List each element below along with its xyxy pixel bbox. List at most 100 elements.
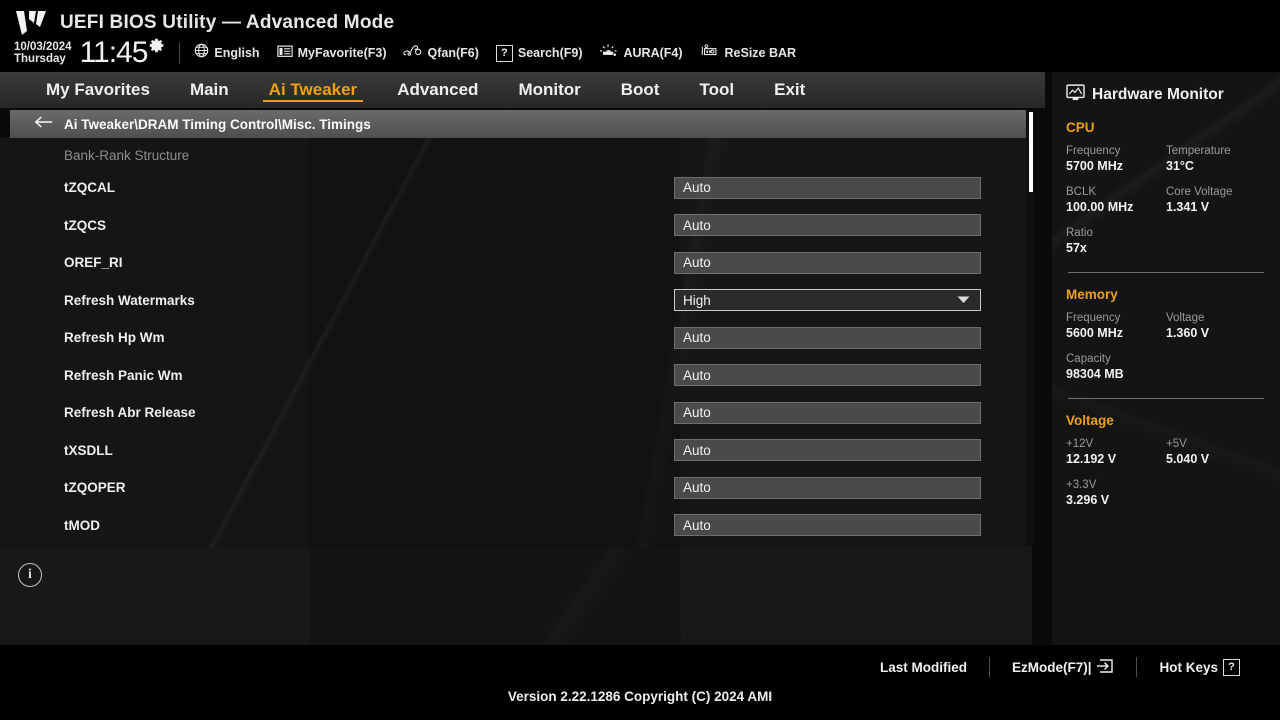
question-box-icon: ? xyxy=(495,44,513,62)
tab-ai-tweaker[interactable]: Ai Tweaker xyxy=(262,72,364,108)
tuf-gaming-logo xyxy=(14,10,48,36)
group-header: Bank-Rank Structure xyxy=(64,148,190,163)
tab-my-favorites[interactable]: My Favorites xyxy=(40,72,156,108)
hw-entry-key: Voltage xyxy=(1166,312,1205,324)
setting-value-field[interactable]: Auto xyxy=(674,176,981,199)
qfan-button[interactable]: Qfan(F6) xyxy=(403,43,479,63)
setting-value-field[interactable]: Auto xyxy=(674,514,981,537)
hw-entry-value: 1.341 V xyxy=(1166,200,1210,214)
setting-row[interactable]: Refresh Abr Release Auto xyxy=(0,394,1032,432)
hotkeys-label: Hot Keys xyxy=(1159,659,1218,675)
setting-row[interactable]: tMOD Auto xyxy=(0,507,1032,545)
hw-entry-value: 1.360 V xyxy=(1166,326,1210,340)
hw-entry-value: 5600 MHz xyxy=(1066,326,1123,340)
hw-entry-grid: +12V 12.192 V +5V 5.040 V +3.3V 3.296 V xyxy=(1066,438,1266,520)
setting-row[interactable]: Refresh Hp Wm Auto xyxy=(0,319,1032,357)
setting-row[interactable]: OREF_RI Auto xyxy=(0,244,1032,282)
myfavorite-label: MyFavorite(F3) xyxy=(297,46,387,60)
hw-entry-key: Capacity xyxy=(1066,353,1111,365)
setting-value-field[interactable]: Auto xyxy=(674,251,981,274)
hardware-monitor-panel: Hardware Monitor CPU Frequency 5700 MHz Tem… xyxy=(1052,72,1280,645)
resize-bar-button[interactable]: ReSize BAR xyxy=(700,43,796,63)
info-circle-icon[interactable]: i xyxy=(18,563,42,587)
tab-exit[interactable]: Exit xyxy=(768,72,811,108)
tab-label: Ai Tweaker xyxy=(268,80,358,99)
setting-label: Refresh Panic Wm xyxy=(64,367,183,383)
setting-value: Auto xyxy=(683,330,711,346)
tab-label: Boot xyxy=(620,80,660,99)
hw-section-memory: Memory Frequency 5600 MHz Voltage 1.360 V Cap… xyxy=(1052,287,1280,399)
hw-entry-grid: Frequency 5700 MHz Temperature 31°C BCLK 100.… xyxy=(1066,145,1266,268)
setting-value: Auto xyxy=(683,367,711,383)
resize-bar-icon xyxy=(700,43,720,63)
settings-list: tZQCAL Auto tZQCS Auto OREF_RI Auto Refresh Wa… xyxy=(0,169,1032,544)
fan-icon xyxy=(403,43,422,63)
main-navigation: My Favorites Main Ai Tweaker Advanced Monito… xyxy=(0,72,1045,108)
date-display: 10/03/2024 Thursday xyxy=(14,41,72,65)
top-header: UEFI BIOS Utility — Advanced Mode 10/03/… xyxy=(0,0,1280,72)
setting-value-field[interactable]: Auto xyxy=(674,476,981,499)
tab-main[interactable]: Main xyxy=(184,72,235,108)
tab-boot[interactable]: Boot xyxy=(615,72,666,108)
myfavorite-button[interactable]: MyFavorite(F3) xyxy=(276,44,387,63)
qfan-label: Qfan(F6) xyxy=(427,46,479,60)
header-shortcut-list: English MyFavorite(F3) Qfan(F6) ? Search… xyxy=(194,43,796,63)
setting-row[interactable]: tXSDLL Auto xyxy=(0,432,1032,470)
ezmode-label: EzMode(F7)| xyxy=(1011,659,1092,675)
setting-label: tZQCS xyxy=(64,217,106,233)
tab-advanced[interactable]: Advanced xyxy=(391,72,484,108)
ezmode-button[interactable]: EzMode(F7)| xyxy=(990,658,1137,677)
hw-entry-key: Ratio xyxy=(1066,227,1093,239)
search-button[interactable]: ? Search(F9) xyxy=(495,44,582,62)
hw-entry-key: Core Voltage xyxy=(1166,186,1233,198)
hw-entry: Capacity 98304 MB xyxy=(1066,353,1266,381)
setting-row[interactable]: tZQCAL Auto xyxy=(0,169,1032,207)
setting-value-field[interactable]: Auto xyxy=(674,439,981,462)
setting-row[interactable]: Refresh Panic Wm Auto xyxy=(0,357,1032,395)
bios-screen: UEFI BIOS Utility — Advanced Mode 10/03/… xyxy=(0,0,1280,720)
hw-entry-key: Temperature xyxy=(1166,145,1231,157)
setting-row[interactable]: tZQCS Auto xyxy=(0,207,1032,245)
aura-button[interactable]: AURA(F4) xyxy=(599,43,683,63)
language-button[interactable]: English xyxy=(194,43,260,63)
exit-arrow-icon xyxy=(1096,658,1114,677)
setting-dropdown[interactable]: High xyxy=(674,289,981,312)
hotkeys-button[interactable]: Hot Keys ? xyxy=(1137,658,1262,676)
favorites-icon xyxy=(276,44,293,63)
setting-row[interactable]: tZQOPER Auto xyxy=(0,469,1032,507)
hw-entry: Frequency 5600 MHz xyxy=(1066,312,1166,340)
setting-value-field[interactable]: Auto xyxy=(674,326,981,349)
setting-value: Auto xyxy=(683,405,711,421)
settings-panel: Bank-Rank Structure tZQCAL Auto tZQCS Auto O… xyxy=(0,138,1032,548)
setting-value-field[interactable]: Auto xyxy=(674,401,981,424)
hw-entry-grid: Frequency 5600 MHz Voltage 1.360 V Capacity 9… xyxy=(1066,312,1266,394)
hw-section-divider xyxy=(1068,272,1264,273)
hw-entry: Frequency 5700 MHz xyxy=(1066,145,1166,173)
chevron-down-icon[interactable] xyxy=(957,291,970,309)
setting-value: Auto xyxy=(683,442,711,458)
hw-entry-value: 5.040 V xyxy=(1166,452,1210,466)
setting-value-field[interactable]: Auto xyxy=(674,364,981,387)
back-arrow-icon[interactable] xyxy=(34,115,54,134)
clock-text: 11:45 xyxy=(79,36,149,69)
hw-entry-key: BCLK xyxy=(1066,186,1097,198)
tab-tool[interactable]: Tool xyxy=(693,72,740,108)
setting-row[interactable]: Refresh Watermarks High xyxy=(0,282,1032,320)
setting-value-field[interactable]: Auto xyxy=(674,214,981,237)
setting-label: Refresh Abr Release xyxy=(64,405,196,421)
setting-value: High xyxy=(683,292,711,308)
aura-label: AURA(F4) xyxy=(623,46,683,60)
scrollbar-thumb[interactable] xyxy=(1029,112,1033,192)
last-modified-button[interactable]: Last Modified xyxy=(858,660,989,675)
hw-entry-key: Frequency xyxy=(1066,145,1121,157)
tab-monitor[interactable]: Monitor xyxy=(512,72,586,108)
gear-icon[interactable] xyxy=(148,37,165,59)
setting-label: tMOD xyxy=(64,517,100,533)
hw-entry: +12V 12.192 V xyxy=(1066,438,1166,466)
hw-section-title: Voltage xyxy=(1066,413,1114,428)
hw-section-title: Memory xyxy=(1066,287,1118,302)
hw-entry: +3.3V 3.296 V xyxy=(1066,479,1266,507)
hw-entry-value: 100.00 MHz xyxy=(1066,200,1134,214)
setting-label: tXSDLL xyxy=(64,442,113,458)
tab-label: Main xyxy=(189,80,229,99)
